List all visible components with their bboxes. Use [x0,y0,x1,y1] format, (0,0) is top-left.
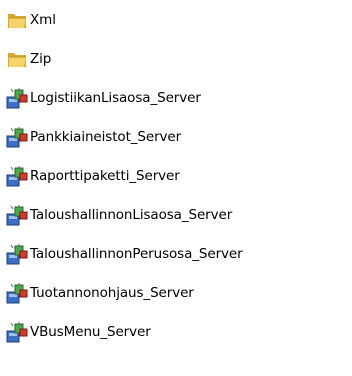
list-item-folder-zip[interactable]: Zip [0,46,51,72]
item-label: TaloushallinnonPerusosa_Server [30,246,243,262]
setup-installer-icon [6,165,28,187]
item-label: Pankkiaineistot_Server [30,129,182,145]
setup-installer-icon [6,243,28,265]
setup-installer-icon [6,321,28,343]
item-label: Zip [30,51,52,67]
setup-installer-icon [6,126,28,148]
list-item-folder-xml[interactable]: Xml [0,7,56,33]
folder-icon [6,9,28,31]
list-item-installer-raporttipaketti[interactable]: Raporttipaketti_Server [0,163,180,189]
list-item-installer-vbusmenu[interactable]: VBusMenu_Server [0,319,151,345]
list-item-installer-pankkiaineistot[interactable]: Pankkiaineistot_Server [0,124,181,150]
item-label: VBusMenu_Server [30,324,151,340]
list-item-installer-taloushallinnonperusosa[interactable]: TaloushallinnonPerusosa_Server [0,241,243,267]
setup-installer-icon [6,282,28,304]
item-label: Raporttipaketti_Server [30,168,180,184]
folder-icon [6,48,28,70]
list-item-installer-taloushallinnonlisaosa[interactable]: TaloushallinnonLisaosa_Server [0,202,232,228]
item-label: Xml [30,12,56,28]
item-label: LogistiikanLisaosa_Server [30,90,201,106]
setup-installer-icon [6,87,28,109]
list-item-installer-logistiikanlisaosa[interactable]: LogistiikanLisaosa_Server [0,85,201,111]
setup-installer-icon [6,204,28,226]
item-label: TaloushallinnonLisaosa_Server [30,207,233,223]
list-item-installer-tuotannonohjaus[interactable]: Tuotannonohjaus_Server [0,280,194,306]
item-label: Tuotannonohjaus_Server [30,285,194,301]
